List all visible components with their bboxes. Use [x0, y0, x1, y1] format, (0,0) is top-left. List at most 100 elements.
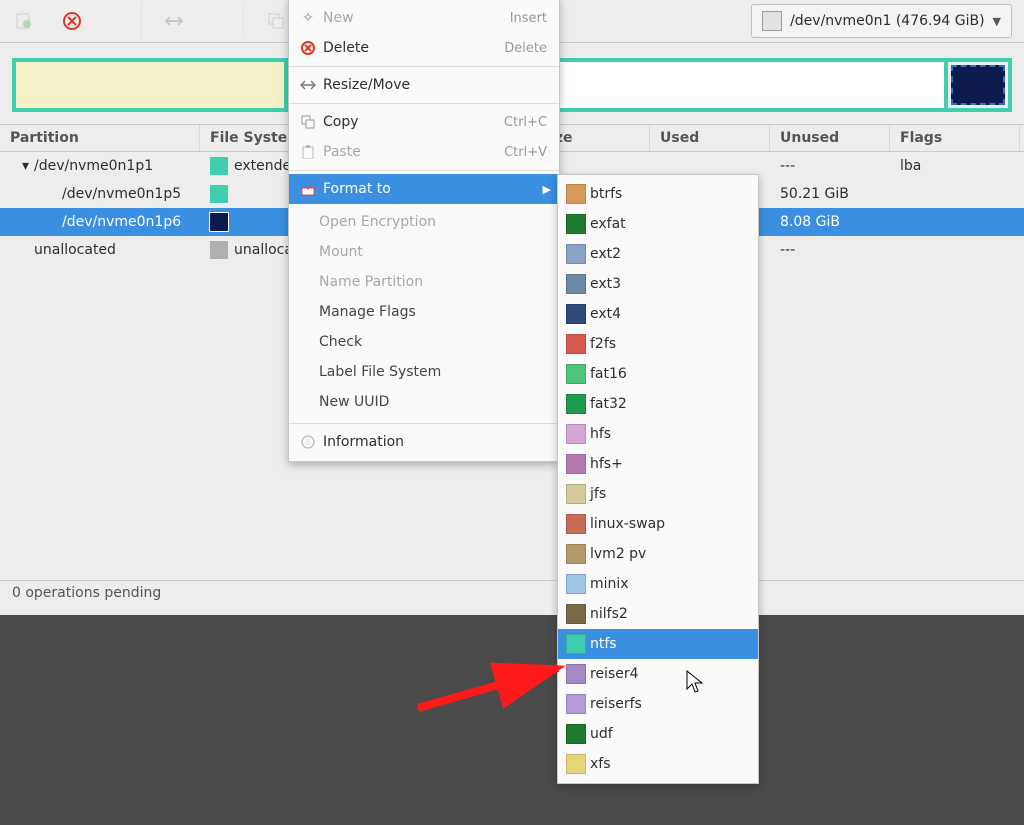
fs-label: linux-swap — [590, 516, 665, 532]
fs-label: reiserfs — [590, 696, 642, 712]
menu-mount[interactable]: Mount — [319, 237, 559, 267]
new-partition-button[interactable] — [3, 3, 45, 39]
fs-swatch-icon — [566, 304, 586, 324]
col-unused[interactable]: Unused — [770, 125, 890, 151]
disk-icon — [762, 11, 782, 31]
fs-swatch-icon — [566, 724, 586, 744]
fs-option-reiser4[interactable]: reiser4 — [558, 659, 758, 689]
fs-option-hfs[interactable]: hfs — [558, 419, 758, 449]
submenu-arrow-icon: ▶ — [543, 183, 551, 196]
menu-open-encryption[interactable]: Open Encryption — [319, 207, 559, 237]
status-text: 0 operations pending — [12, 585, 161, 601]
fs-option-ext3[interactable]: ext3 — [558, 269, 758, 299]
fs-option-jfs[interactable]: jfs — [558, 479, 758, 509]
menu-name-partition[interactable]: Name Partition — [319, 267, 559, 297]
menu-separator — [289, 103, 559, 104]
menu-separator — [289, 170, 559, 171]
fs-swatch-icon — [566, 334, 586, 354]
fs-option-f2fs[interactable]: f2fs — [558, 329, 758, 359]
menu-resize[interactable]: Resize/Move — [289, 70, 559, 100]
fs-swatch-icon — [566, 634, 586, 654]
menu-manage-flags[interactable]: Manage Flags — [319, 297, 559, 327]
fs-option-reiserfs[interactable]: reiserfs — [558, 689, 758, 719]
toolbar-separator — [99, 3, 142, 39]
col-partition[interactable]: Partition — [0, 125, 200, 151]
fs-swatch-icon — [566, 424, 586, 444]
menu-label-fs[interactable]: Label File System — [319, 357, 559, 387]
fs-label: fat16 — [590, 366, 627, 382]
fs-label: udf — [590, 726, 613, 742]
toolbar-separator — [201, 3, 244, 39]
cell-partition: /dev/nvme0n1p6 — [0, 209, 200, 235]
resize-icon — [164, 13, 184, 29]
format-icon — [297, 182, 319, 196]
device-selector[interactable]: /dev/nvme0n1 (476.94 GiB) ▼ — [751, 4, 1012, 38]
status-bar: 0 operations pending — [0, 580, 1024, 615]
cell-flags — [890, 189, 1020, 199]
fs-option-nilfs2[interactable]: nilfs2 — [558, 599, 758, 629]
fs-swatch-icon — [566, 604, 586, 624]
fs-label: btrfs — [590, 186, 622, 202]
fs-label: exfat — [590, 216, 626, 232]
paste-icon — [297, 145, 319, 159]
menu-information[interactable]: Information — [289, 427, 559, 457]
menu-copy[interactable]: Copy Ctrl+C — [289, 107, 559, 137]
menu-new-uuid[interactable]: New UUID — [319, 387, 559, 417]
delete-partition-button[interactable] — [51, 3, 93, 39]
menu-format-to[interactable]: Format to ▶ — [289, 174, 559, 204]
fs-label: ntfs — [590, 636, 617, 652]
cell-unused: --- — [770, 237, 890, 263]
copy-icon — [297, 115, 319, 129]
col-flags[interactable]: Flags — [890, 125, 1020, 151]
fs-option-fat32[interactable]: fat32 — [558, 389, 758, 419]
disk-map-segment-selected[interactable] — [944, 62, 1008, 108]
menu-sub-disabled-block: Open Encryption Mount Name Partition Man… — [289, 204, 559, 420]
fs-swatch-icon — [566, 754, 586, 774]
fs-label: nilfs2 — [590, 606, 628, 622]
menu-new[interactable]: ✧ New Insert — [289, 3, 559, 33]
fs-option-btrfs[interactable]: btrfs — [558, 179, 758, 209]
fs-label: hfs — [590, 426, 611, 442]
cell-unused: 8.08 GiB — [770, 209, 890, 235]
menu-delete[interactable]: Delete Delete — [289, 33, 559, 63]
col-used[interactable]: Used — [650, 125, 770, 151]
menu-paste[interactable]: Paste Ctrl+V — [289, 137, 559, 167]
fs-option-linuxswap[interactable]: linux-swap — [558, 509, 758, 539]
delete-icon — [61, 10, 83, 32]
fs-option-udf[interactable]: udf — [558, 719, 758, 749]
cell-partition: ▾/dev/nvme0n1p1 — [0, 153, 200, 179]
resize-button[interactable] — [153, 3, 195, 39]
fs-option-minix[interactable]: minix — [558, 569, 758, 599]
format-submenu: btrfs exfat ext2 ext3 ext4 f2fs fat16 fat32 hfs h… — [557, 174, 759, 784]
fs-label: ext4 — [590, 306, 621, 322]
fs-label: hfs+ — [590, 456, 623, 472]
fs-swatch-icon — [566, 184, 586, 204]
cell-flags: lba — [890, 153, 1020, 179]
fs-label: ext2 — [590, 246, 621, 262]
chevron-down-icon: ▼ — [993, 15, 1001, 28]
menu-check[interactable]: Check — [319, 327, 559, 357]
fs-label: xfs — [590, 756, 611, 772]
context-menu: ✧ New Insert Delete Delete Resize/Move C… — [288, 0, 560, 462]
fs-swatch-icon — [566, 274, 586, 294]
info-icon — [297, 435, 319, 449]
menu-separator — [289, 66, 559, 67]
fs-option-lvm2pv[interactable]: lvm2 pv — [558, 539, 758, 569]
new-icon: ✧ — [297, 10, 319, 26]
fs-swatch-icon — [566, 214, 586, 234]
fs-option-ext4[interactable]: ext4 — [558, 299, 758, 329]
fs-swatch-icon — [566, 514, 586, 534]
fs-swatch-icon — [566, 454, 586, 474]
fs-option-hfs[interactable]: hfs+ — [558, 449, 758, 479]
fs-option-ntfs[interactable]: ntfs — [558, 629, 758, 659]
disk-map-segment[interactable] — [16, 62, 284, 108]
fs-option-ext2[interactable]: ext2 — [558, 239, 758, 269]
copy-icon — [267, 12, 285, 30]
fs-label: f2fs — [590, 336, 616, 352]
cell-unused: --- — [770, 153, 890, 179]
device-label: /dev/nvme0n1 (476.94 GiB) — [790, 13, 984, 29]
fs-option-xfs[interactable]: xfs — [558, 749, 758, 779]
fs-option-fat16[interactable]: fat16 — [558, 359, 758, 389]
fs-option-exfat[interactable]: exfat — [558, 209, 758, 239]
fs-swatch-icon — [566, 364, 586, 384]
